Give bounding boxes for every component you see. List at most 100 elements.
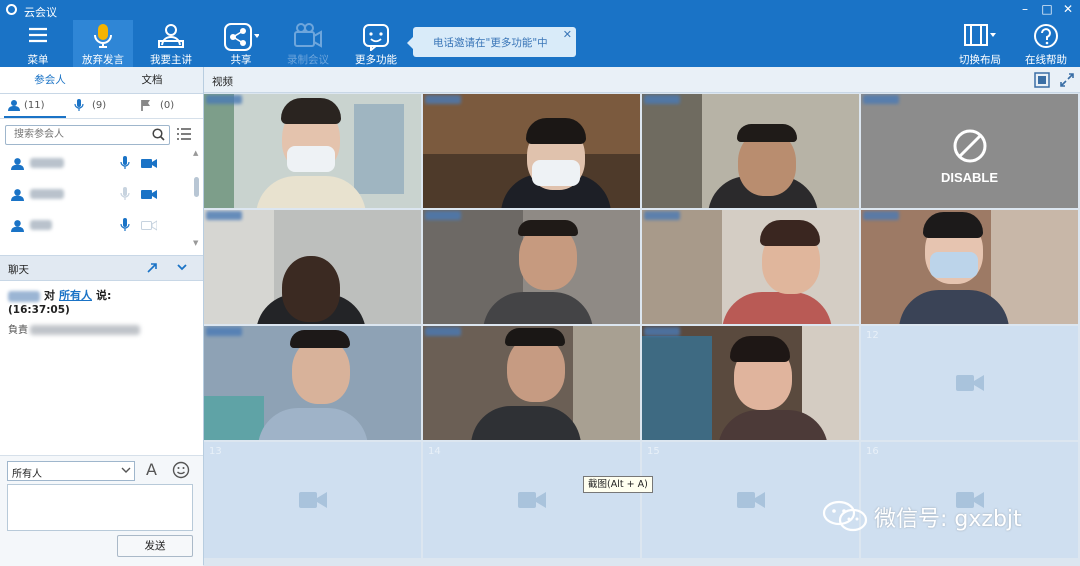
chat-content-redacted <box>30 325 140 335</box>
screenshot-icon[interactable] <box>1034 72 1050 88</box>
video-tile[interactable] <box>642 210 859 324</box>
disabled-label: DISABLE <box>940 170 999 185</box>
share-icon <box>224 23 259 51</box>
participant-label-redacted <box>644 95 680 104</box>
user-icon <box>11 250 24 251</box>
participant-label-redacted <box>425 211 461 220</box>
scrollbar-thumb[interactable] <box>194 177 199 197</box>
send-button[interactable]: 发送 <box>117 535 193 557</box>
close-icon[interactable]: ✕ <box>1061 2 1075 16</box>
popout-icon[interactable] <box>146 261 159 274</box>
participant-row[interactable] <box>0 242 192 251</box>
list-view-icon[interactable] <box>176 127 192 141</box>
participant-label-redacted <box>644 327 680 336</box>
sender-name-redacted <box>8 290 40 302</box>
filter-speaking[interactable]: (9) <box>74 94 124 118</box>
participant-row[interactable] <box>0 180 192 210</box>
presenter-icon <box>158 24 184 48</box>
emoji-icon[interactable] <box>172 461 190 479</box>
chat-content: 負責 <box>8 325 28 336</box>
camera-off-icon[interactable] <box>141 220 157 231</box>
chat-recipient-link[interactable]: 所有人 <box>59 289 92 302</box>
participant-label-redacted <box>425 95 461 104</box>
chat-verb-say: 说: <box>96 289 112 302</box>
layout-icon <box>964 24 996 46</box>
chat-input-area: 所有人 A 发送 <box>0 455 203 566</box>
participant-label-redacted <box>863 95 899 104</box>
video-camera-icon <box>736 492 765 508</box>
tab-documents[interactable]: 文档 <box>102 67 202 93</box>
user-icon <box>11 220 24 232</box>
video-tile[interactable] <box>423 94 640 208</box>
search-icon[interactable] <box>152 128 165 141</box>
participant-filters: (11) (9) (0) <box>0 94 203 119</box>
help-icon <box>1034 24 1058 48</box>
chevron-down-icon <box>121 467 131 473</box>
video-tile[interactable] <box>423 326 640 440</box>
video-tile[interactable] <box>861 210 1078 324</box>
chat-time: (16:37:05) <box>8 304 70 316</box>
participant-list <box>0 149 203 251</box>
empty-video-slot[interactable]: 12 <box>861 326 1078 440</box>
microphone-on-icon[interactable] <box>120 156 130 170</box>
microphone-on-icon[interactable] <box>120 218 130 232</box>
tip-close-icon[interactable]: ✕ <box>563 28 572 41</box>
record-button[interactable]: 录制会议 <box>278 20 338 67</box>
empty-video-slot[interactable]: 14 <box>423 442 640 558</box>
menu-button[interactable]: 菜单 <box>8 20 68 67</box>
filter-all[interactable]: (11) <box>4 94 66 118</box>
screenshot-tooltip: 截图(Alt + A) <box>583 476 653 493</box>
participant-scrollbar[interactable]: ▲ ▼ <box>193 149 201 249</box>
camera-on-icon[interactable] <box>141 158 157 169</box>
search-input[interactable] <box>12 128 146 141</box>
maximize-icon[interactable]: □ <box>1040 2 1054 16</box>
video-tile[interactable] <box>204 94 421 208</box>
participant-label-redacted <box>644 211 680 220</box>
video-tile[interactable] <box>204 210 421 324</box>
give-up-speaking-button[interactable]: 放弃发言 <box>73 20 133 67</box>
empty-video-slot[interactable]: 13 <box>204 442 421 558</box>
disabled-icon <box>953 129 987 163</box>
video-camera-icon <box>298 492 327 508</box>
video-tile-disabled[interactable]: DISABLE <box>861 94 1078 208</box>
participant-row[interactable] <box>0 149 192 179</box>
chat-bubble-icon <box>363 24 389 51</box>
participant-search[interactable] <box>5 125 170 145</box>
video-tile[interactable] <box>642 326 859 440</box>
video-title: 视频 <box>212 76 233 88</box>
fullscreen-icon[interactable] <box>1060 73 1074 87</box>
chat-verb-to: 对 <box>44 289 55 302</box>
video-tile[interactable] <box>204 326 421 440</box>
participant-row[interactable] <box>0 211 192 241</box>
filter-raised-hand[interactable]: (0) <box>140 94 190 118</box>
phone-invite-tip: 电话邀请在"更多功能"中 ✕ <box>407 27 576 57</box>
participant-label-redacted <box>206 211 242 220</box>
flag-icon <box>141 100 150 111</box>
participant-name-redacted <box>30 189 64 199</box>
chat-textarea[interactable] <box>7 484 193 531</box>
microphone-off-icon[interactable] <box>120 187 130 201</box>
font-style-icon[interactable]: A <box>146 460 157 479</box>
participant-name-redacted <box>30 158 64 168</box>
bottom-strip <box>204 558 1080 565</box>
minimize-icon[interactable]: – <box>1018 2 1032 16</box>
switch-layout-button[interactable]: 切换布局 <box>950 20 1010 67</box>
video-tile[interactable] <box>642 94 859 208</box>
empty-video-slot[interactable]: 16 <box>861 442 1078 558</box>
online-help-button[interactable]: 在线帮助 <box>1016 20 1076 67</box>
more-functions-button[interactable]: 更多功能 <box>346 20 406 67</box>
watermark-text: 微信号: gxzbjt <box>874 507 1022 532</box>
tab-participants[interactable]: 参会人 <box>0 67 100 93</box>
share-button[interactable]: 共享 <box>211 20 271 67</box>
camera-on-icon[interactable] <box>141 189 157 200</box>
app-title: 云会议 <box>24 6 57 19</box>
app-logo-icon <box>6 4 17 15</box>
video-camera-icon <box>955 375 984 391</box>
video-header: 视频 <box>204 67 1080 93</box>
chevron-down-icon[interactable] <box>176 261 188 273</box>
wechat-logo-icon <box>822 500 868 532</box>
chat-target-select[interactable]: 所有人 <box>7 461 135 481</box>
host-button[interactable]: 我要主讲 <box>141 20 201 67</box>
tip-text: 电话邀请在"更多功能"中 <box>433 37 548 49</box>
video-tile[interactable] <box>423 210 640 324</box>
